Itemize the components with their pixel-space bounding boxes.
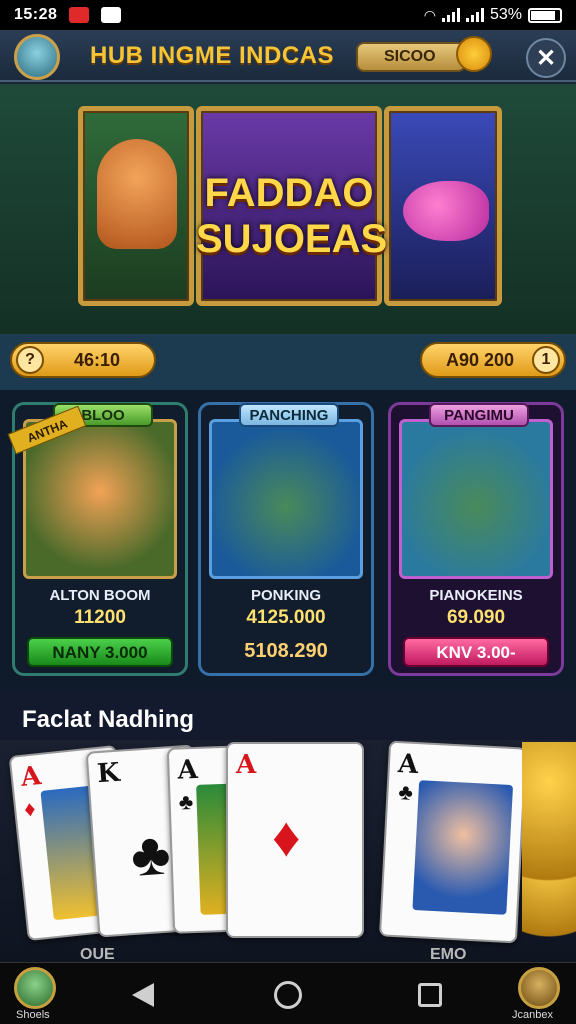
battery-icon <box>528 7 562 23</box>
right-balance-value: A90 200 <box>446 349 515 370</box>
back-icon[interactable] <box>132 983 154 1007</box>
game-card-lion[interactable]: BLOO ANTHA ALTON BOOM 11200 NANY 3.000 <box>7 402 188 676</box>
sun-bonus-icon[interactable] <box>456 36 492 72</box>
gold-coins-image <box>522 742 576 942</box>
playing-card[interactable]: A ♣ <box>378 740 528 944</box>
game-thumbnail-fish-waterfall <box>399 419 553 579</box>
close-button[interactable]: ✕ <box>526 38 566 78</box>
card-rank: A <box>177 754 199 786</box>
game-tag: PANCHING <box>239 403 339 427</box>
left-profile-label: Shoels <box>16 1009 50 1021</box>
playing-card-featured[interactable]: A ♦ <box>226 742 364 938</box>
coin-balance[interactable]: SICOO <box>356 42 466 72</box>
game-name: PONKING <box>250 587 321 604</box>
banner-title-line2: SUJOEAS <box>196 217 388 261</box>
game-list: BLOO ANTHA ALTON BOOM 11200 NANY 3.000 P… <box>0 390 576 690</box>
club-icon: ♣ <box>178 789 194 815</box>
status-bar: 15:28 ◠ 53% <box>0 0 576 30</box>
bottom-navigation: Shoels Jcanbex <box>0 962 576 1024</box>
banner-frame-fish <box>384 106 502 306</box>
game-name: ALTON BOOM <box>49 587 151 604</box>
help-icon: ? <box>16 346 44 374</box>
card-games-row[interactable]: A ♦ K ♣ A ♣ A ♦ A ♣ <box>0 740 576 962</box>
game-hub-screen: 15:28 ◠ 53% HUB INGME INDCAS SICOO ✕ FAD… <box>0 0 576 1024</box>
card-rank: A <box>236 750 257 780</box>
recent-apps-icon[interactable] <box>418 983 442 1007</box>
level-badge: 1 <box>532 346 560 374</box>
signal-icon-2 <box>465 8 484 22</box>
diamond-icon: ♦ <box>272 805 301 868</box>
card-rank: A <box>19 760 43 793</box>
club-icon: ♣ <box>397 779 414 805</box>
wifi-icon: ◠ <box>423 6 436 23</box>
balance-row: ? 46:10 A90 200 1 <box>0 334 576 390</box>
banner-title: FADDAO SUJOEAS <box>196 170 388 262</box>
pink-fish-image <box>403 181 489 241</box>
left-balance-value: 46:10 <box>74 349 121 370</box>
left-balance-pill[interactable]: ? 46:10 <box>10 342 156 378</box>
game-card-fish-blue[interactable]: PANCHING PONKING 4125.000 5108.290 <box>198 402 374 676</box>
game-play-button[interactable]: 5108.290 <box>213 637 359 667</box>
game-value: 11200 <box>74 607 126 628</box>
card-rank: K <box>96 757 121 790</box>
profile-avatar[interactable] <box>14 34 60 80</box>
notification-app-icon <box>69 7 90 23</box>
game-play-button[interactable]: KNV 3.00- <box>403 637 549 667</box>
diamond-icon: ♦ <box>22 795 37 822</box>
club-icon: ♣ <box>128 819 173 890</box>
game-play-button[interactable]: NANY 3.000 <box>27 637 173 667</box>
card-art-character <box>412 780 514 915</box>
game-tag: PANGIMU <box>429 403 529 427</box>
game-value: 4125.000 <box>246 607 326 628</box>
page-title: HUB INGME INDCAS <box>90 42 335 69</box>
battery-percent: 53% <box>489 6 522 23</box>
notification-mail-icon <box>101 7 122 23</box>
game-card-fish-purple[interactable]: PANGIMU PIANOKEINS 69.090 KNV 3.00- <box>388 402 564 676</box>
home-icon[interactable] <box>274 981 302 1009</box>
card-rank: A <box>397 749 419 781</box>
game-value: 69.090 <box>446 607 506 628</box>
right-profile-label: Jcanbex <box>512 1009 553 1021</box>
section-title: Faclat Nadhing <box>22 706 195 733</box>
featured-banner[interactable]: FADDAO SUJOEAS <box>0 84 576 334</box>
lion-character-image <box>97 139 177 249</box>
right-profile-avatar[interactable] <box>518 967 560 1009</box>
game-name: PIANOKEINS <box>429 587 523 604</box>
status-time: 15:28 <box>14 6 58 23</box>
banner-title-line1: FADDAO <box>204 171 374 215</box>
signal-icon <box>441 8 460 22</box>
banner-frame-lion <box>78 106 194 306</box>
left-profile-avatar[interactable] <box>14 967 56 1009</box>
game-thumbnail-fish <box>209 419 363 579</box>
right-balance-pill[interactable]: A90 200 1 <box>420 342 566 378</box>
